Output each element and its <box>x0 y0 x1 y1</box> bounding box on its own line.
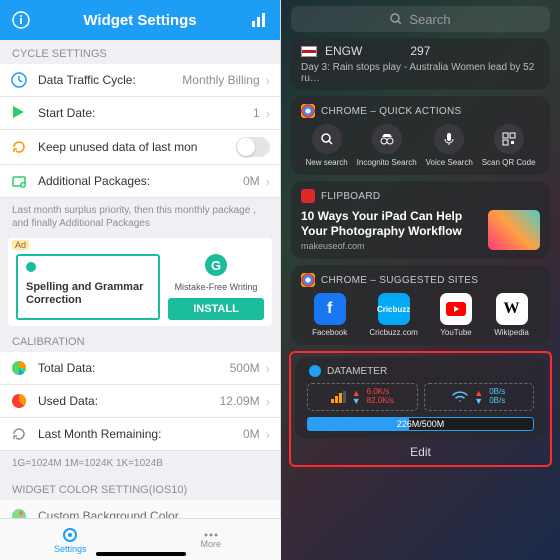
used-data-row[interactable]: Used Data: 12.09M › <box>0 385 280 418</box>
additional-packages-row[interactable]: Additional Packages: 0M › <box>0 165 280 198</box>
unit-legend: 1G=1024M 1M=1024K 1K=1024B <box>0 451 280 476</box>
chevron-right-icon: › <box>266 427 270 442</box>
refresh-grey-icon <box>10 425 28 443</box>
youtube-icon <box>440 293 472 325</box>
cycle-footnote: Last month surplus priority, then this m… <box>0 198 280 236</box>
chrome-icon <box>301 273 315 287</box>
start-date-row[interactable]: Start Date: 1 › <box>0 97 280 130</box>
chart-icon[interactable] <box>248 9 270 31</box>
ad-card[interactable]: Ad Spelling and Grammar Correction G Mis… <box>8 238 272 326</box>
chrome-quick-actions-widget: CHROME – QUICK ACTIONS New search Incogn… <box>291 96 550 175</box>
keep-unused-row[interactable]: Keep unused data of last mon <box>0 130 280 165</box>
scan-qr-action[interactable]: Scan QR Code <box>482 124 536 167</box>
article-thumbnail <box>488 210 540 250</box>
page-title: Widget Settings <box>83 12 196 29</box>
color-header: WIDGET COLOR SETTING(IOS10) <box>0 476 280 500</box>
pie-used-icon <box>10 392 28 410</box>
wifi-stats: ▲▼ 0B/s0B/s <box>424 383 535 411</box>
ad-tag: Ad <box>12 240 29 250</box>
voice-search-action[interactable]: Voice Search <box>426 124 473 167</box>
cricbuzz-icon: Cricbuzz <box>378 293 410 325</box>
facebook-icon: f <box>314 293 346 325</box>
pie-icon <box>10 359 28 377</box>
cycle-header: CYCLE SETTINGS <box>0 40 280 64</box>
wifi-icon <box>452 391 468 403</box>
usage-bar: 226M/500M <box>307 417 534 431</box>
last-month-row[interactable]: Last Month Remaining: 0M › <box>0 418 280 451</box>
chevron-right-icon: › <box>266 394 270 409</box>
incognito-action[interactable]: Incognito Search <box>357 124 417 167</box>
chrome-icon <box>301 104 315 118</box>
flipboard-widget[interactable]: FLIPBOARD 10 Ways Your iPad Can Help You… <box>291 181 550 259</box>
cricbuzz-site[interactable]: CricbuzzCricbuzz.com <box>369 293 417 337</box>
search-icon <box>390 13 403 26</box>
home-indicator[interactable] <box>96 552 186 556</box>
info-icon[interactable] <box>10 9 32 31</box>
chevron-right-icon: › <box>266 73 270 88</box>
tab-bar: Settings More <box>0 518 281 560</box>
grammarly-logo-icon: G <box>205 254 227 276</box>
mic-icon <box>434 124 464 154</box>
suggested-sites-widget: CHROME – SUGGESTED SITES fFacebook Cricb… <box>291 265 550 345</box>
new-search-action[interactable]: New search <box>305 124 347 167</box>
incognito-icon <box>372 124 402 154</box>
youtube-site[interactable]: YouTube <box>440 293 472 337</box>
signal-icon <box>331 391 346 403</box>
refresh-icon <box>10 138 28 156</box>
calibration-header: CALIBRATION <box>0 328 280 352</box>
package-icon <box>10 172 28 190</box>
cellular-stats: ▲▼ 6.0K/s82.0K/s <box>307 383 418 411</box>
chevron-right-icon: › <box>266 106 270 121</box>
total-data-row[interactable]: Total Data: 500M › <box>0 352 280 385</box>
datameter-icon <box>309 365 321 377</box>
more-tab-icon <box>202 531 220 539</box>
updown-icon: ▲▼ <box>352 389 361 405</box>
wikipedia-site[interactable]: WWikipedia <box>494 293 529 337</box>
traffic-cycle-row[interactable]: Data Traffic Cycle: Monthly Billing › <box>0 64 280 97</box>
updown-icon: ▲▼ <box>474 389 483 405</box>
chevron-right-icon: › <box>266 174 270 189</box>
chevron-right-icon: › <box>266 361 270 376</box>
keep-unused-toggle[interactable] <box>236 137 270 157</box>
edit-button[interactable]: Edit <box>295 439 546 461</box>
cricket-widget[interactable]: ENGW 297 Day 3: Rain stops play - Austra… <box>291 38 550 90</box>
play-icon <box>10 104 28 122</box>
wikipedia-icon: W <box>496 293 528 325</box>
ad-creative: Spelling and Grammar Correction <box>16 254 160 320</box>
install-button[interactable]: INSTALL <box>168 298 264 320</box>
facebook-site[interactable]: fFacebook <box>312 293 347 337</box>
clock-icon <box>10 71 28 89</box>
search-action-icon <box>312 124 342 154</box>
grammarly-icon <box>26 262 36 272</box>
datameter-widget[interactable]: DATAMETER ▲▼ 6.0K/s82.0K/s ▲▼ 0B/s0B/s 2… <box>295 357 546 439</box>
settings-tab-icon <box>61 526 79 544</box>
qr-icon <box>494 124 524 154</box>
england-flag-icon <box>301 46 317 57</box>
flipboard-icon <box>301 189 315 203</box>
datameter-highlight: DATAMETER ▲▼ 6.0K/s82.0K/s ▲▼ 0B/s0B/s 2… <box>289 351 552 467</box>
search-field[interactable]: Search <box>291 6 550 32</box>
